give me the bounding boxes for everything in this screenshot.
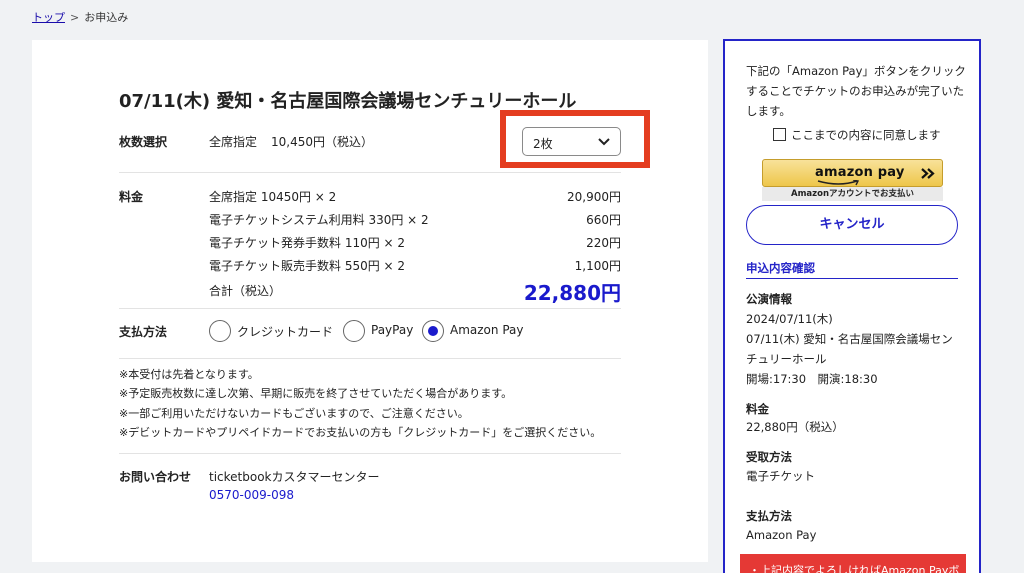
radio-button[interactable]	[209, 320, 231, 342]
fee-line-amount: 20,900円	[567, 190, 621, 204]
breadcrumb: トップ > お申込み	[32, 9, 128, 25]
fee-line: 電子チケットシステム利用料 330円 × 2 660円	[209, 211, 621, 228]
cancel-button[interactable]: キャンセル	[746, 205, 958, 245]
divider	[119, 172, 621, 173]
payment-label: 支払方法	[119, 325, 168, 339]
fee-line-desc: 電子チケット販売手数料 550円 × 2	[209, 259, 406, 273]
breadcrumb-current: お申込み	[84, 11, 129, 24]
receipt-value: 電子チケット	[746, 469, 815, 483]
confirm-heading: 申込内容確認	[746, 261, 815, 275]
divider	[119, 358, 621, 359]
performance-label: 公演情報	[746, 292, 792, 306]
divider	[119, 308, 621, 309]
chevron-down-icon	[598, 138, 610, 146]
fee-label: 料金	[119, 190, 144, 204]
agree-label: ここまでの内容に同意します	[791, 128, 941, 142]
fee-line-amount: 220円	[586, 236, 621, 250]
payment-option-label: PayPay	[371, 323, 414, 337]
fee-total-amount: 22,880円	[523, 281, 621, 305]
agree-checkbox[interactable]	[773, 128, 786, 141]
pay-method-label: 支払方法	[746, 509, 792, 523]
quantity-seat-info: 全席指定 10,450円（税込）	[209, 133, 373, 150]
notes: ※本受付は先着となります。 ※予定販売枚数に達し次第、早期に販売を終了させていた…	[119, 365, 601, 443]
quantity-select-value: 2枚	[533, 137, 553, 151]
note-item: ※デビットカードやプリペイドカードでお支払いの方も「クレジットカード」をご選択く…	[119, 426, 602, 440]
amazon-pay-button[interactable]: amazon pay	[762, 159, 943, 187]
performance-details: 2024/07/11(木) 07/11(木) 愛知・名古屋国際会議場セン チュリ…	[746, 309, 953, 389]
note-item: ※本受付は先着となります。	[119, 368, 259, 381]
confirm-divider	[746, 278, 958, 279]
performance-date: 2024/07/11(木)	[746, 312, 833, 326]
amazon-smile-icon	[817, 180, 860, 186]
seat-type: 全席指定	[209, 135, 258, 149]
fee-line: 電子チケット発券手数料 110円 × 2 220円	[209, 234, 621, 251]
fee-line-amount: 1,100円	[574, 259, 621, 273]
fee-line-desc: 電子チケットシステム利用料 330円 × 2	[209, 213, 429, 227]
fee-line-desc: 全席指定 10450円 × 2	[209, 190, 337, 204]
performance-times: 開場:17:30 開演:18:30	[746, 372, 878, 386]
unit-price: 10,450円（税込）	[271, 135, 374, 149]
breadcrumb-separator: >	[70, 11, 80, 24]
performance-venue-line: チュリーホール	[746, 352, 827, 366]
contact-phone-link[interactable]: 0570-009-098	[209, 488, 294, 502]
double-chevron-right-icon	[921, 168, 935, 179]
note-item: ※予定販売枚数に達し次第、早期に販売を終了させていただく場合があります。	[119, 387, 513, 401]
fee-line: 電子チケット販売手数料 550円 × 2 1,100円	[209, 257, 621, 274]
divider	[119, 453, 621, 454]
contact-name: ticketbookカスタマーセンター	[209, 470, 380, 484]
contact-label: お問い合わせ	[119, 470, 192, 484]
price-value: 22,880円（税込）	[746, 420, 844, 434]
fee-total-label: 合計（税込）	[209, 284, 282, 298]
performance-venue-line: 07/11(木) 愛知・名古屋国際会議場セン	[746, 332, 953, 346]
fee-line-amount: 660円	[586, 213, 621, 227]
fee-line-desc: 電子チケット発券手数料 110円 × 2	[209, 236, 406, 250]
radio-selected-dot	[428, 326, 438, 336]
payment-option-label: クレジットカード	[237, 325, 334, 339]
quantity-label: 枚数選択	[119, 135, 168, 149]
price-label: 料金	[746, 402, 769, 416]
note-item: ※一部ご利用いただけないカードもございますので、ご注意ください。	[119, 406, 469, 420]
quantity-select[interactable]: 2枚	[522, 127, 621, 156]
pay-method-value: Amazon Pay	[746, 528, 817, 542]
fee-total-row: 合計（税込） 22,880円	[209, 281, 621, 305]
order-sidebar: 下記の「Amazon Pay」ボタンをクリックすることでチケットのお申込みが完了…	[723, 39, 981, 573]
radio-button-selected[interactable]	[422, 320, 444, 342]
radio-button[interactable]	[343, 320, 365, 342]
amazon-pay-subtext: Amazonアカウントでお支払い	[762, 187, 943, 201]
breadcrumb-home-link[interactable]: トップ	[32, 11, 65, 24]
fee-line: 全席指定 10450円 × 2 20,900円	[209, 188, 621, 205]
sidebar-intro: 下記の「Amazon Pay」ボタンをクリックすることでチケットのお申込みが完了…	[746, 64, 966, 118]
confirm-alert-banner: ・上記内容でよろしければAmazon Payボ	[740, 554, 966, 573]
receipt-label: 受取方法	[746, 450, 792, 464]
payment-option-label: Amazon Pay	[450, 323, 524, 337]
application-form-card: 07/11(木) 愛知・名古屋国際会議場センチュリーホール 枚数選択 全席指定 1…	[32, 40, 708, 562]
amazon-pay-logo: amazon pay	[815, 165, 905, 180]
